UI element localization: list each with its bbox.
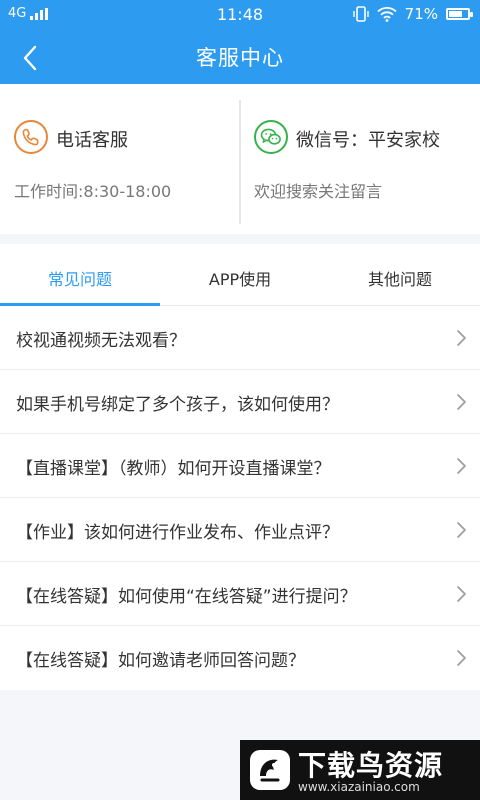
faq-question: 如果手机号绑定了多个孩子，该如何使用？	[16, 395, 339, 415]
chevron-right-icon	[457, 330, 466, 346]
status-bar: 4G 11:48 71%	[0, 0, 480, 30]
app-header: 4G 11:48 71% 客服中心	[0, 0, 480, 84]
faq-question: 【直播课堂】（教师）如何开设直播课堂？	[16, 459, 331, 479]
wifi-icon	[377, 7, 397, 22]
chevron-right-icon	[457, 522, 466, 538]
watermark-title: 下载鸟资源	[298, 749, 444, 782]
faq-item[interactable]: 【在线答疑】如何邀请老师回答问题？	[0, 626, 480, 690]
faq-item[interactable]: 校视通视频无法观看？	[0, 306, 480, 370]
nav-bar: 客服中心	[0, 30, 480, 84]
chevron-right-icon	[457, 458, 466, 474]
faq-list: 校视通视频无法观看？ 如果手机号绑定了多个孩子，该如何使用？ 【直播课堂】（教师…	[0, 306, 480, 690]
chevron-right-icon	[457, 394, 466, 410]
phone-service-hours: 工作时间:8:30-18:00	[14, 182, 172, 201]
wechat-icon	[254, 120, 288, 154]
contact-panel: 电话客服 工作时间:8:30-18:00 微信号：平安家校 欢迎搜索关注留言	[0, 84, 480, 234]
faq-question: 【作业】该如何进行作业发布、作业点评？	[16, 523, 339, 543]
bird-logo-icon	[250, 750, 290, 790]
tab-other-questions[interactable]: 其他问题	[320, 244, 480, 306]
wechat-service-note: 欢迎搜索关注留言	[254, 182, 383, 201]
battery-icon	[446, 8, 473, 20]
watermark-url: www.xiazainiao.com	[298, 780, 420, 794]
faq-item[interactable]: 【在线答疑】如何使用“在线答疑”进行提问？	[0, 562, 480, 626]
status-right: 71%	[352, 5, 473, 23]
wechat-service-title: 微信号：平安家校	[296, 130, 440, 151]
watermark-banner: 下载鸟资源 www.xiazainiao.com	[240, 740, 480, 800]
page-title: 客服中心	[196, 46, 284, 70]
faq-question: 【在线答疑】如何使用“在线答疑”进行提问？	[16, 587, 357, 607]
faq-item[interactable]: 【作业】该如何进行作业发布、作业点评？	[0, 498, 480, 562]
faq-item[interactable]: 【直播课堂】（教师）如何开设直播课堂？	[0, 434, 480, 498]
phone-service-title: 电话客服	[56, 130, 128, 151]
vibrate-icon	[352, 6, 369, 22]
phone-service[interactable]: 电话客服 工作时间:8:30-18:00	[0, 84, 240, 234]
tab-common-questions[interactable]: 常见问题	[0, 244, 160, 306]
faq-question: 校视通视频无法观看？	[16, 331, 186, 351]
wechat-service[interactable]: 微信号：平安家校 欢迎搜索关注留言	[240, 84, 480, 234]
battery-fill	[449, 11, 462, 17]
chevron-right-icon	[457, 586, 466, 602]
question-tabs: 常见问题 APP使用 其他问题	[0, 244, 480, 306]
faq-question: 【在线答疑】如何邀请老师回答问题？	[16, 651, 305, 671]
tab-app-usage[interactable]: APP使用	[160, 244, 320, 306]
battery-percent: 71%	[404, 5, 438, 23]
phone-icon	[14, 120, 48, 154]
faq-item[interactable]: 如果手机号绑定了多个孩子，该如何使用？	[0, 370, 480, 434]
chevron-right-icon	[457, 650, 466, 666]
